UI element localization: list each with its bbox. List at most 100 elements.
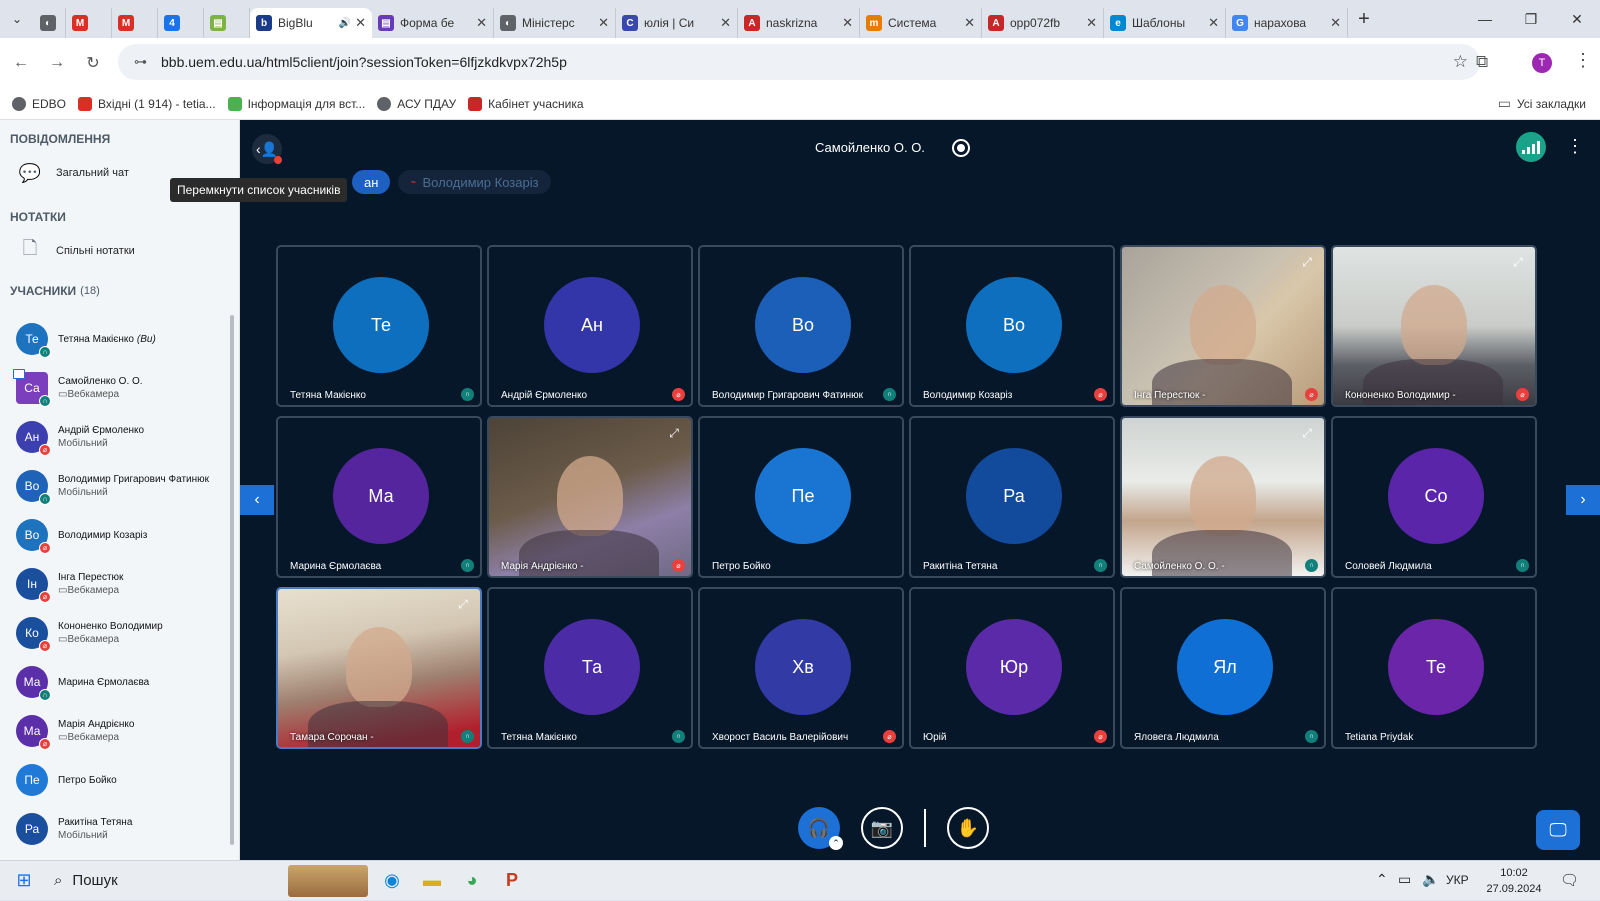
user-list-item[interactable]: Те ∩ Тетяна Макієнко (Ви) [0,316,232,362]
tab-close-icon[interactable]: ✕ [355,15,366,31]
taskbar-search[interactable]: ⌕ Пошук [44,861,244,901]
user-list-item[interactable]: Ма ∩ Марина Єрмолаєва [0,659,232,705]
tab-close-icon[interactable]: ✕ [964,15,975,31]
browser-tab[interactable]: Gнарахова ✕ [1226,8,1348,38]
fullscreen-icon[interactable]: ⤢ [1509,253,1527,271]
search-highlight-image[interactable] [288,864,368,897]
sidebar-scrollbar[interactable] [230,315,234,845]
edge-icon[interactable]: ◉ [372,861,412,901]
user-list-item[interactable]: Ма ⌀ Марія Андрієнко ▭Вебкамера [0,708,232,754]
record-button[interactable] [952,139,970,157]
user-tile[interactable]: Ан Андрій Єрмоленко ⌀ [487,245,693,407]
talking-user-active[interactable]: ан [352,170,391,194]
tray-chevron-icon[interactable]: ⌃ [1376,871,1388,888]
tab-close-icon[interactable]: ✕ [476,15,487,31]
tab-close-icon[interactable]: ✕ [1330,15,1341,31]
bookmark-gmail[interactable]: Вхідні (1 914) - tetia... [78,96,216,111]
user-tile[interactable]: Юр Юрій ⌀ [909,587,1115,749]
url-field[interactable]: ⊶ bbb.uem.edu.ua/html5client/join?sessio… [118,44,1480,80]
next-page-button[interactable]: › [1566,485,1600,515]
browser-menu-icon[interactable]: ⋮ [1574,50,1592,71]
bookmark-cabinet[interactable]: Кабінет учасника [468,96,584,111]
fullscreen-icon[interactable]: ⤢ [454,595,472,613]
bookmark-edbo[interactable]: EDBO [12,96,66,111]
bookmark-star-icon[interactable]: ☆ [1453,52,1468,72]
tab-close-icon[interactable]: ✕ [842,15,853,31]
tab-close-icon[interactable]: ✕ [720,15,731,31]
user-tile[interactable]: Ма Марина Єрмолаєва ∩ [276,416,482,578]
browser-tab[interactable]: ◐ Міністерс ✕ [494,8,616,38]
user-tile[interactable]: Та Тетяна Макієнко ∩ [487,587,693,749]
options-menu-icon[interactable]: ⋮ [1566,136,1584,157]
chrome-icon[interactable]: ◕ [452,861,492,901]
bookmark-asu[interactable]: АСУ ПДАУ [377,96,456,111]
close-window-button[interactable]: ✕ [1554,0,1600,38]
new-tab-button[interactable]: + [1348,0,1380,38]
browser-tab[interactable]: 4 [158,8,204,38]
fullscreen-icon[interactable]: ⤢ [1298,424,1316,442]
file-explorer-icon[interactable]: ▬ [412,861,452,901]
browser-tab[interactable]: m Система ✕ [860,8,982,38]
browser-tab[interactable]: M [66,8,112,38]
tab-audio-icon[interactable]: 🔊 [339,18,351,29]
browser-tab[interactable]: M [112,8,158,38]
language-indicator[interactable]: УКР [1446,873,1469,887]
user-list-item[interactable]: Ра Ракитіна Тетяна Мобільний [0,806,232,852]
talking-user-muted[interactable]: ⌁ Володимир Козаріз [398,170,551,194]
user-tile[interactable]: Ял Яловега Людмила ∩ [1120,587,1326,749]
user-tile[interactable]: Во Володимир Григарович Фатинюк ∩ [698,245,904,407]
browser-tab[interactable]: Anaskrizna ✕ [738,8,860,38]
fullscreen-icon[interactable]: ⤢ [1298,253,1316,271]
user-tile[interactable]: Ра Ракитіна Тетяна ∩ [909,416,1115,578]
video-tile[interactable]: ⤢ Марія Андрієнко - ⌀ [487,416,693,578]
browser-tab[interactable]: e Шаблоны ✕ [1104,8,1226,38]
share-webcam-button[interactable]: 📷 [861,807,903,849]
raise-hand-button[interactable]: ✋ [947,807,989,849]
bookmark-info[interactable]: Інформація для вст... [227,96,365,111]
maximize-button[interactable]: ❐ [1508,0,1554,38]
user-tile[interactable]: Те Тетяна Макієнко ∩ [276,245,482,407]
video-tile[interactable]: ⤢ Інга Перестюк - ⌀ [1120,245,1326,407]
profile-avatar[interactable]: T [1532,53,1552,73]
browser-tab[interactable]: Aopp072fb ✕ [982,8,1104,38]
video-tile[interactable]: ⤢ Кононенко Володимир - ⌀ [1331,245,1537,407]
extensions-icon[interactable]: ⧉ [1476,52,1488,72]
reload-button[interactable]: ↻ [78,48,108,78]
prev-page-button[interactable]: ‹ [240,485,274,515]
fullscreen-icon[interactable]: ⤢ [665,424,683,442]
user-list-item[interactable]: Ін ⌀ Інга Перестюк ▭Вебкамера [0,561,232,607]
browser-tab[interactable]: b BigBlu 🔊 ✕ [250,8,372,38]
user-tile[interactable]: Те Tetiana Priydak [1331,587,1537,749]
tab-close-icon[interactable]: ✕ [598,15,609,31]
user-tile[interactable]: Пе Петро Бойко [698,416,904,578]
forward-button[interactable]: → [42,48,72,78]
volume-icon[interactable]: 🔈 [1422,871,1439,888]
tab-search-button[interactable]: ⌄ [0,0,34,38]
audio-options-chevron[interactable]: ⌃ [829,836,843,850]
shared-notes-item[interactable]: 🗋 Спільні нотатки [0,233,239,269]
powerpoint-icon[interactable]: P [492,861,532,901]
user-list-item[interactable]: Пе Петро Бойко [0,757,232,803]
all-bookmarks[interactable]: ▭ Усі закладки [1498,95,1586,112]
tab-close-icon[interactable]: ✕ [1208,15,1219,31]
video-tile[interactable]: ⤢ Тамара Сорочан - ∩ [276,587,482,749]
network-icon[interactable]: ▭ [1398,871,1411,888]
user-list-item[interactable]: Во ⌀ Володимир Козаріз [0,512,232,558]
minimize-button[interactable]: — [1462,0,1508,38]
toggle-userlist-button[interactable]: ‹👤 [252,134,282,164]
browser-tab[interactable]: ◐ [34,8,66,38]
browser-tab[interactable]: Cюлія | Си ✕ [616,8,738,38]
back-button[interactable]: ← [6,48,36,78]
user-list-item[interactable]: Во ∩ Володимир Григарович Фатинюк Мобільний [0,463,232,509]
user-list-item[interactable]: Ан ⌀ Андрій Єрмоленко Мобільний [0,414,232,460]
connection-status-button[interactable] [1516,132,1546,162]
presentation-toggle-button[interactable]: 🖵 [1536,810,1580,850]
user-tile[interactable]: Хв Хворост Василь Валерійович ⌀ [698,587,904,749]
user-list-item[interactable]: Ко ⌀ Кононенко Володимир ▭Вебкамера [0,610,232,656]
start-button[interactable]: ⊞ [4,861,44,901]
browser-tab[interactable]: ▤ [204,8,250,38]
user-list-item[interactable]: Са ∩ Самойленко О. О. ▭Вебкамера [0,365,232,411]
audio-button[interactable]: 🎧 ⌃ [798,807,843,850]
user-tile[interactable]: Во Володимир Козаріз ⌀ [909,245,1115,407]
tab-close-icon[interactable]: ✕ [1086,15,1097,31]
